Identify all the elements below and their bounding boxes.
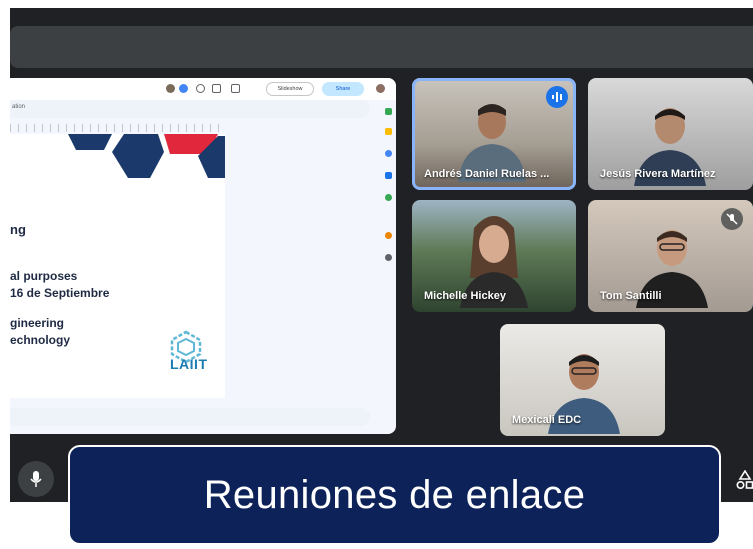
hexagon-navy-2 (112, 134, 164, 178)
shared-presentation[interactable]: Slideshow Share ation ng al purposes 16 … (10, 78, 396, 434)
top-bar (10, 26, 753, 68)
slideshow-button[interactable]: Slideshow (266, 82, 314, 96)
addon-icon[interactable] (385, 232, 392, 239)
slide-canvas[interactable]: ng al purposes 16 de Septiembre gineerin… (10, 134, 225, 398)
participant-name: Mexicali EDC (512, 414, 582, 426)
comment-icon[interactable] (212, 84, 221, 93)
hexagon-navy-1 (68, 134, 112, 150)
camera-icon[interactable] (231, 84, 240, 93)
sheets-icon[interactable] (385, 108, 392, 115)
muted-mic-icon (721, 208, 743, 230)
add-icon[interactable] (385, 254, 392, 261)
participant-tile-1[interactable]: Andrés Daniel Ruelas ... (412, 78, 576, 190)
speaking-indicator-icon (546, 86, 568, 108)
share-button[interactable]: Share (322, 82, 364, 96)
participant-tile-4[interactable]: Tom Santilli (588, 200, 753, 312)
participant-tile-2[interactable]: Jesús Rivera Martínez (588, 78, 753, 190)
avatar[interactable] (166, 84, 175, 93)
caption-banner: Reuniones de enlace (68, 445, 721, 545)
speaker-notes-bar[interactable] (10, 408, 370, 426)
tasks-icon[interactable] (385, 150, 392, 157)
side-panel-icons (383, 108, 395, 288)
slide-line-1: ng (10, 222, 26, 237)
hexagon-graphic (68, 134, 225, 178)
slide-line-2: al purposes (10, 269, 78, 283)
presentation-toolbar: Slideshow Share (10, 78, 396, 100)
menu-text: ation (12, 104, 26, 110)
history-icon[interactable] (196, 84, 205, 93)
activities-icon[interactable] (735, 470, 753, 490)
meet-window: Slideshow Share ation ng al purposes 16 … (10, 8, 753, 502)
caption-text: Reuniones de enlace (203, 472, 586, 517)
keep-icon[interactable] (385, 128, 392, 135)
maps-icon[interactable] (385, 194, 392, 201)
user-avatar[interactable] (376, 84, 385, 93)
participant-name: Andrés Daniel Ruelas ... (424, 168, 550, 180)
collaborator-avatar[interactable] (179, 84, 188, 93)
participant-name: Tom Santilli (600, 290, 662, 302)
slide-line-3: 16 de Septiembre (10, 286, 110, 300)
laiit-logo-text: LAIIT (170, 356, 208, 372)
presentation-menu: ation (10, 100, 370, 118)
participant-tile-3[interactable]: Michelle Hickey (412, 200, 576, 312)
ruler (10, 124, 225, 132)
participant-tile-5[interactable]: Mexicali EDC (500, 324, 665, 436)
microphone-button[interactable] (18, 461, 54, 497)
slide-line-4: gineering (10, 316, 65, 330)
participant-name: Michelle Hickey (424, 290, 506, 302)
slide-line-5: echnology (10, 333, 71, 347)
contacts-icon[interactable] (385, 172, 392, 179)
microphone-icon (30, 471, 42, 487)
participant-name: Jesús Rivera Martínez (600, 168, 716, 180)
